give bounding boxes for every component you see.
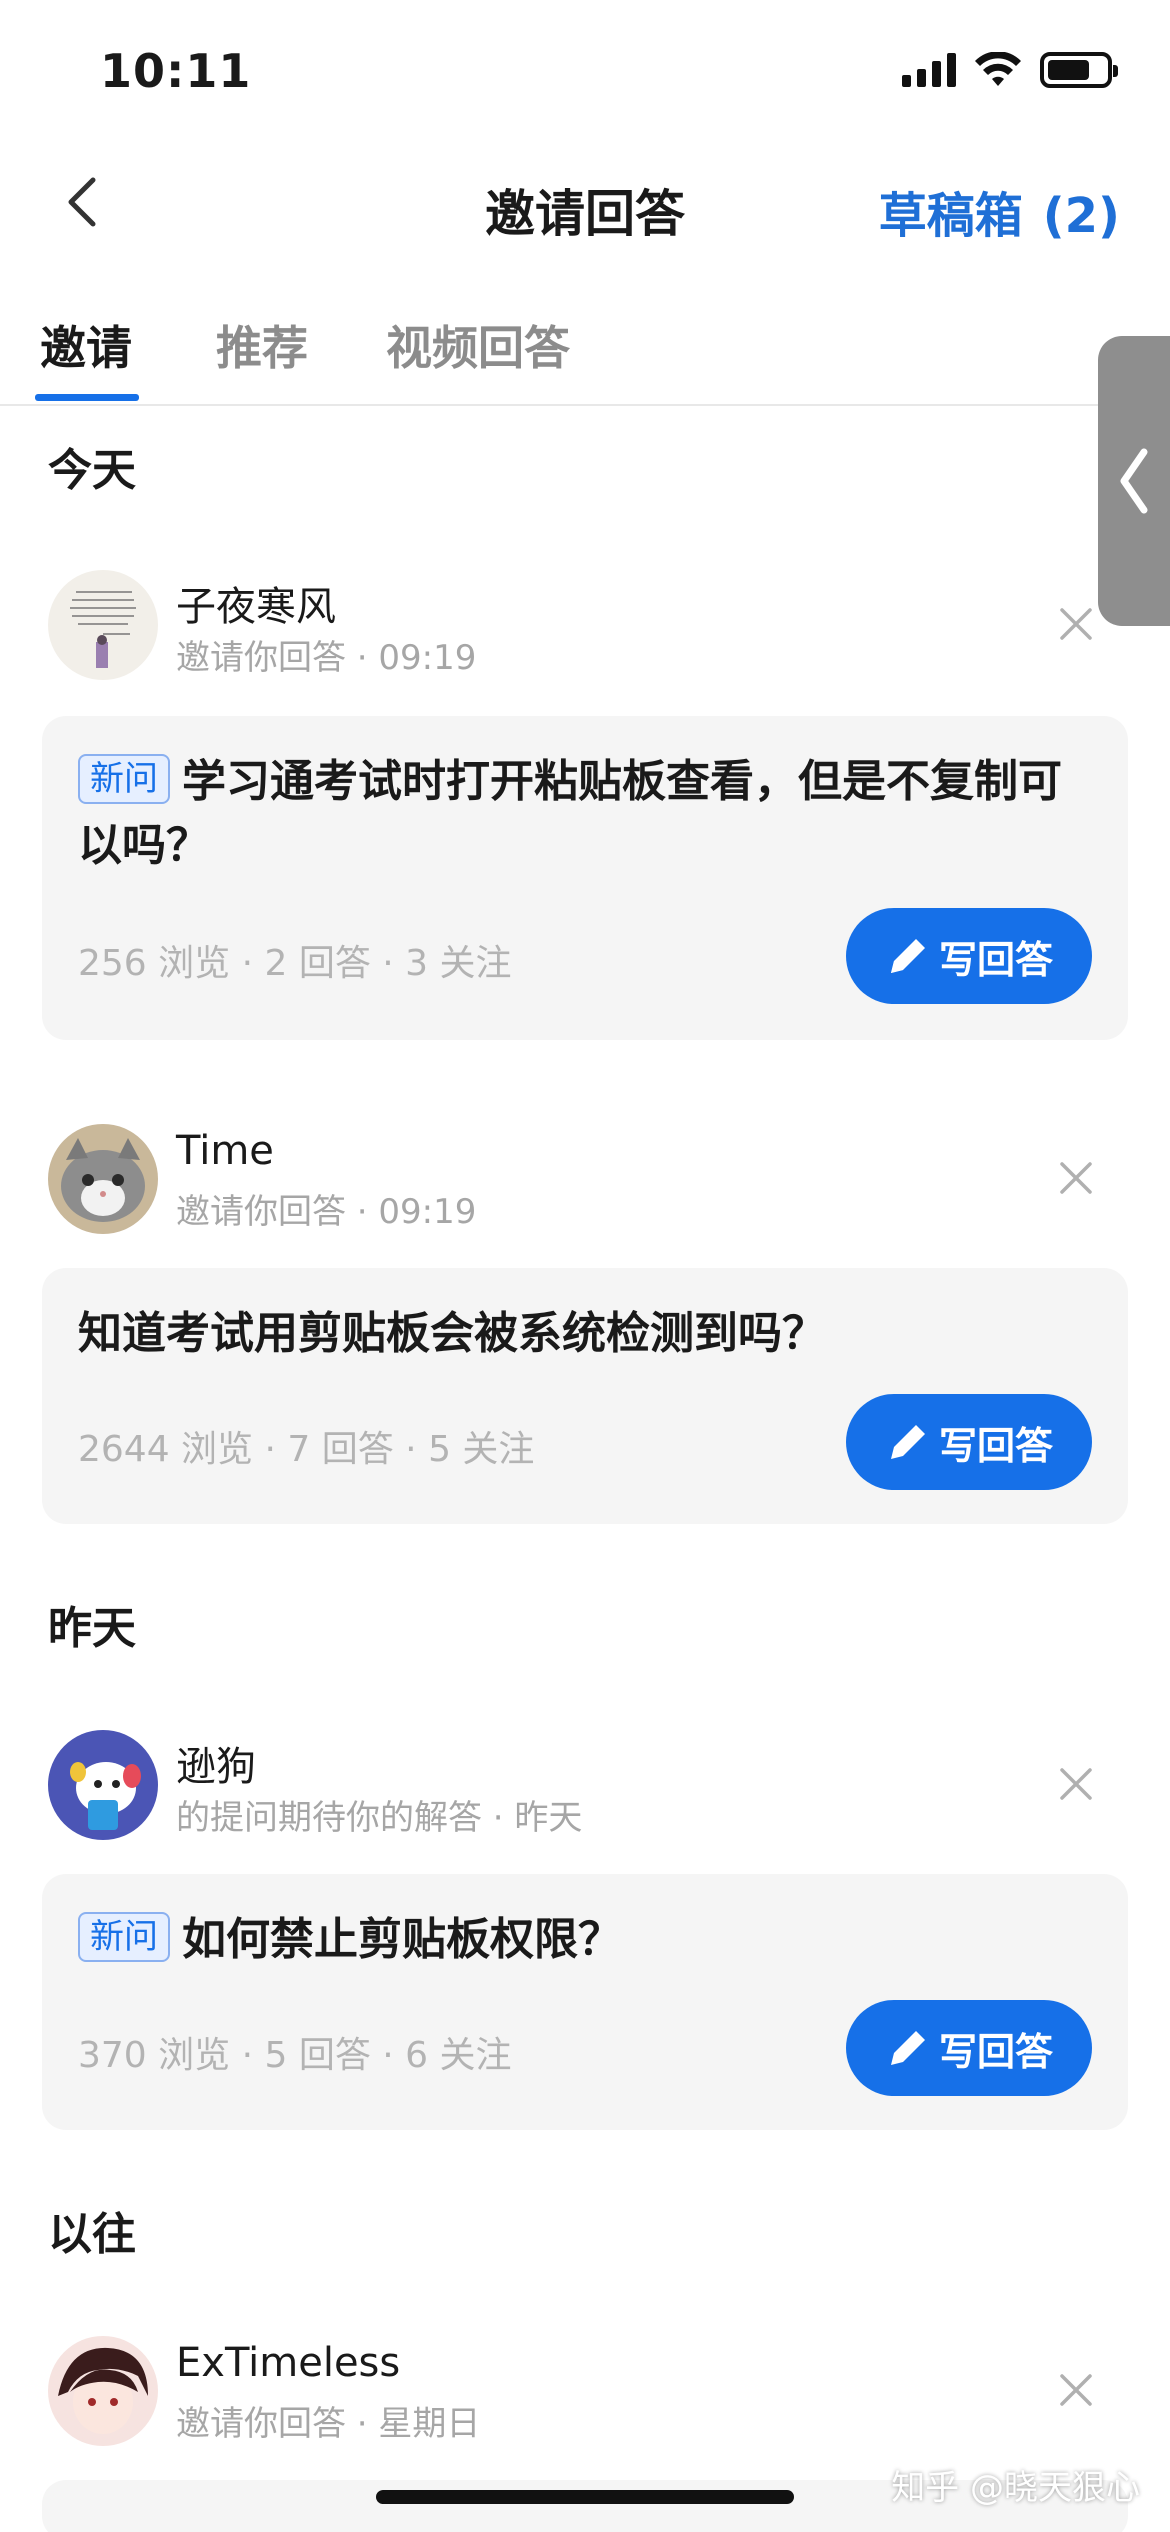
inviter-row: 子夜寒风 邀请你回答 · 09:19 xyxy=(48,570,1128,680)
section-header-yesterday: 昨天 xyxy=(48,1603,136,1654)
avatar[interactable] xyxy=(48,2336,158,2446)
invite-meta: 邀请你回答 · 09:19 xyxy=(176,1192,477,1232)
inviter-name[interactable]: ExTimeless xyxy=(176,2340,400,2386)
question-card[interactable]: 新问 如何禁止剪贴板权限？ 370 浏览 · 5 回答 · 6 关注 写回答 xyxy=(42,1874,1128,2130)
drafts-button[interactable]: 草稿箱 (2) xyxy=(879,176,1120,246)
battery-icon xyxy=(1040,52,1118,88)
write-answer-button[interactable]: 写回答 xyxy=(846,2000,1092,2096)
write-answer-label: 写回答 xyxy=(938,2029,1053,2074)
drafts-count: (2) xyxy=(1042,188,1120,244)
tab-video-answer[interactable]: 视频回答 xyxy=(386,312,570,378)
inviter-name[interactable]: 子夜寒风 xyxy=(176,574,336,632)
tab-bar: 邀请 推荐 视频回答 xyxy=(0,300,1170,406)
invite-meta: 邀请你回答 · 09:19 xyxy=(176,638,477,678)
question-text: 如何禁止剪贴板权限？ xyxy=(182,1914,622,1965)
question-title[interactable]: 新问 如何禁止剪贴板权限？ xyxy=(78,1908,1068,1972)
section-header-today: 今天 xyxy=(48,445,136,496)
close-icon[interactable] xyxy=(1054,1156,1098,1200)
question-card[interactable]: 知道考试用剪贴板会被系统检测到吗？ 2644 浏览 · 7 回答 · 5 关注 … xyxy=(42,1268,1128,1524)
close-icon[interactable] xyxy=(1054,1762,1098,1806)
avatar[interactable] xyxy=(48,570,158,680)
watermark-text: 知乎 @晓天狠心 xyxy=(891,2468,1140,2508)
status-time: 10:11 xyxy=(100,44,252,98)
question-stats: 370 浏览 · 5 回答 · 6 关注 xyxy=(78,2035,512,2076)
pencil-icon xyxy=(890,939,925,973)
invite-meta: 邀请你回答 · 星期日 xyxy=(176,2404,481,2444)
chevron-left-icon xyxy=(1120,448,1148,514)
close-icon[interactable] xyxy=(1054,2368,1098,2412)
question-title[interactable]: 新问 学习通考试时打开粘贴板查看，但是不复制可以吗？ xyxy=(78,750,1068,878)
section-header-earlier: 以往 xyxy=(48,2209,136,2260)
tab-invite[interactable]: 邀请 xyxy=(40,312,132,378)
write-answer-button[interactable]: 写回答 xyxy=(846,1394,1092,1490)
inviter-row: Time 邀请你回答 · 09:19 xyxy=(48,1124,1128,1234)
home-indicator[interactable] xyxy=(376,2490,794,2504)
new-question-badge: 新问 xyxy=(78,1912,170,1962)
close-icon[interactable] xyxy=(1054,602,1098,646)
pencil-icon xyxy=(890,2031,925,2065)
question-card[interactable]: 新问 学习通考试时打开粘贴板查看，但是不复制可以吗？ 256 浏览 · 2 回答 … xyxy=(42,716,1128,1040)
nav-bar: 邀请回答 草稿箱 (2) xyxy=(0,160,1170,250)
write-answer-label: 写回答 xyxy=(938,937,1053,982)
new-question-badge: 新问 xyxy=(78,754,170,804)
avatar[interactable] xyxy=(48,1730,158,1840)
drafts-label: 草稿箱 xyxy=(878,188,1023,244)
tab-recommend[interactable]: 推荐 xyxy=(216,312,308,378)
invite-meta: 的提问期待你的解答 · 昨天 xyxy=(176,1798,583,1838)
question-stats: 256 浏览 · 2 回答 · 3 关注 xyxy=(78,943,512,984)
tab-active-indicator xyxy=(35,394,139,401)
question-stats: 2644 浏览 · 7 回答 · 5 关注 xyxy=(78,1429,535,1470)
inviter-name[interactable]: 逊狗 xyxy=(176,1734,256,1792)
pencil-icon xyxy=(890,1425,925,1459)
wifi-icon xyxy=(975,52,1021,86)
question-text: 知道考试用剪贴板会被系统检测到吗？ xyxy=(78,1308,826,1359)
inviter-row: 逊狗 的提问期待你的解答 · 昨天 xyxy=(48,1730,1128,1840)
question-title[interactable]: 知道考试用剪贴板会被系统检测到吗？ xyxy=(78,1302,1068,1366)
status-bar: 10:11 xyxy=(0,0,1170,140)
cellular-signal-icon xyxy=(902,53,956,87)
status-icons xyxy=(902,52,1118,88)
write-answer-button[interactable]: 写回答 xyxy=(846,908,1092,1004)
question-text: 学习通考试时打开粘贴板查看，但是不复制可以吗？ xyxy=(78,756,1062,871)
avatar[interactable] xyxy=(48,1124,158,1234)
write-answer-label: 写回答 xyxy=(938,1423,1053,1468)
inviter-row: ExTimeless 邀请你回答 · 星期日 xyxy=(48,2336,1128,2446)
inviter-name[interactable]: Time xyxy=(176,1128,274,1174)
